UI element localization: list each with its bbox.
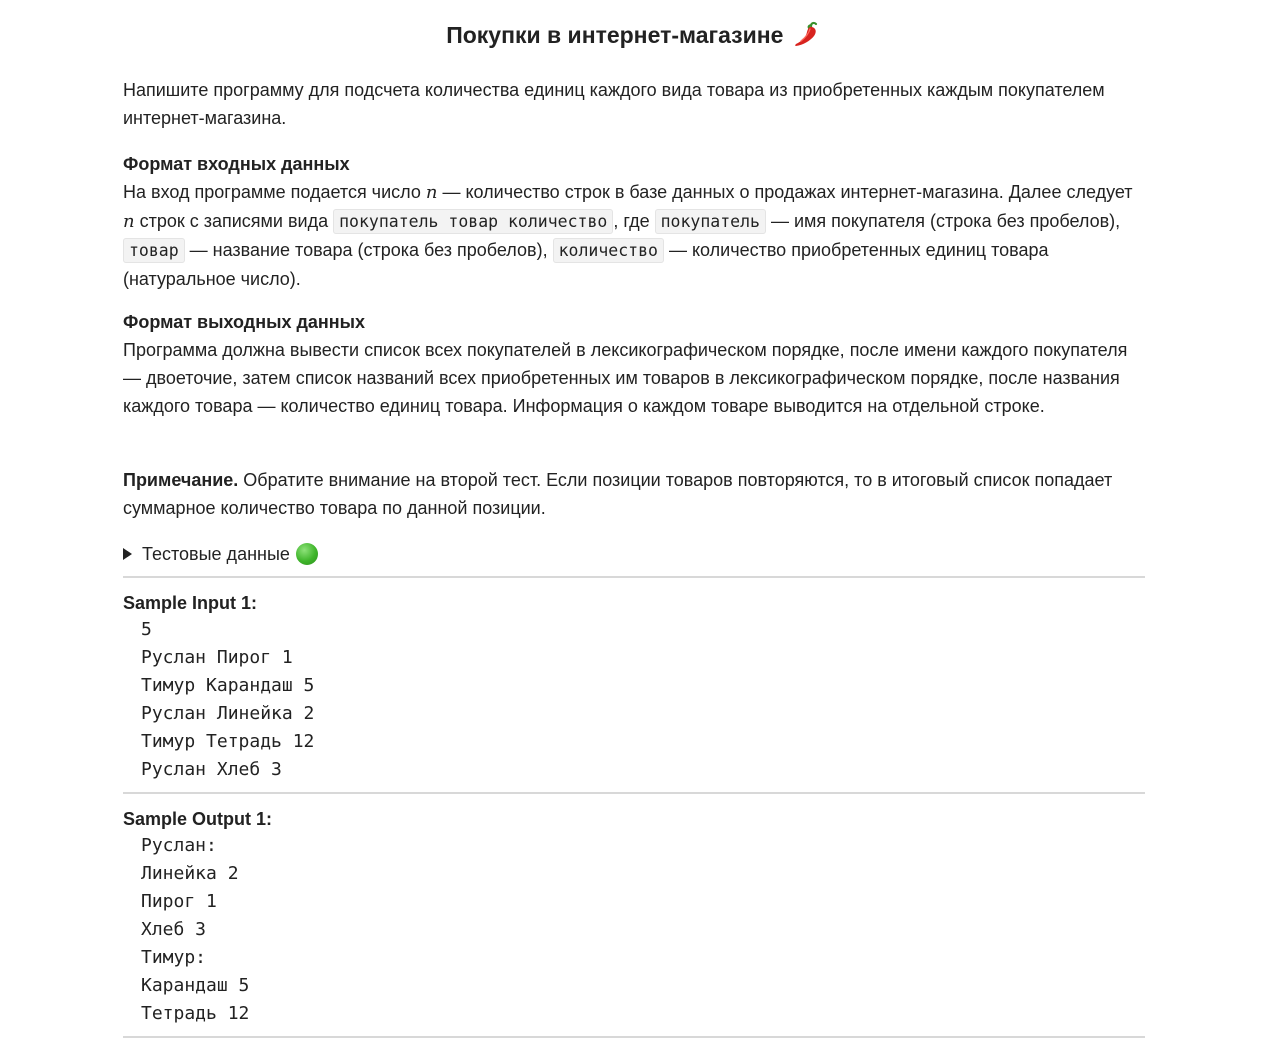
sample-input-line: Руслан Пирог 1 xyxy=(141,647,293,668)
sample-input-block: 5 Руслан Пирог 1 Тимур Карандаш 5 Руслан Ли… xyxy=(141,616,314,784)
code-customer: покупатель xyxy=(654,209,766,234)
chili-pepper-icon xyxy=(795,21,817,46)
page-title: Покупки в интернет-магазине xyxy=(123,18,1145,52)
sample-input-line: Руслан Хлеб 3 xyxy=(141,759,282,780)
divider xyxy=(123,576,1145,578)
divider xyxy=(123,792,1145,794)
variable-n: n xyxy=(425,182,438,203)
page-title-text: Покупки в интернет-магазине xyxy=(446,22,784,48)
sample-output-line: Тетрадь 12 xyxy=(141,1003,250,1024)
input-format-section: Формат входных данных На вход программе … xyxy=(123,150,1145,293)
sample-input-line: Тимур Карандаш 5 xyxy=(141,675,315,696)
sample-output-line: Карандаш 5 xyxy=(141,975,250,996)
sample-input-line: 5 xyxy=(141,619,152,640)
code-quantity: количество xyxy=(552,238,664,263)
output-format-heading: Формат выходных данных xyxy=(123,312,366,332)
input-format-heading: Формат входных данных xyxy=(123,154,350,174)
sample-input-line: Руслан Линейка 2 xyxy=(141,703,315,724)
variable-n: n xyxy=(123,211,135,232)
note-text: Обратите внимание на второй тест. Если п… xyxy=(123,470,1113,518)
divider xyxy=(123,1036,1145,1038)
sample-output-line: Хлеб 3 xyxy=(141,919,207,940)
sample-output-label: Sample Output 1: xyxy=(123,809,273,829)
note-label: Примечание. xyxy=(123,470,239,490)
sample-input-label: Sample Input 1: xyxy=(123,593,258,613)
sample-input-line: Тимур Тетрадь 12 xyxy=(141,731,315,752)
note-section: Примечание. Обратите внимание на второй … xyxy=(123,466,1145,522)
sample-output-block: Руслан: Линейка 2 Пирог 1 Хлеб 3 Тимур: Каран… xyxy=(141,832,249,1028)
test-data-label: Тестовые данные xyxy=(142,544,290,564)
green-circle-icon xyxy=(295,543,318,565)
sample-output-line: Линейка 2 xyxy=(141,863,239,884)
page: Покупки в интернет-магазине Напишите про… xyxy=(0,0,1268,1052)
test-data-toggle[interactable]: Тестовые данные xyxy=(123,540,318,568)
output-format-section: Формат выходных данных Программа должна … xyxy=(123,308,1145,420)
sample-output-line: Тимур: xyxy=(141,947,207,968)
sample-output-line: Пирог 1 xyxy=(141,891,217,912)
code-product: товар xyxy=(123,238,185,263)
sample-output-line: Руслан: xyxy=(141,835,217,856)
code-record-format: покупатель товар количество xyxy=(333,209,614,234)
intro-paragraph: Напишите программу для подсчета количест… xyxy=(123,80,1105,128)
output-format-text: Программа должна вывести список всех пок… xyxy=(123,340,1128,416)
disclosure-triangle-icon xyxy=(123,548,132,560)
